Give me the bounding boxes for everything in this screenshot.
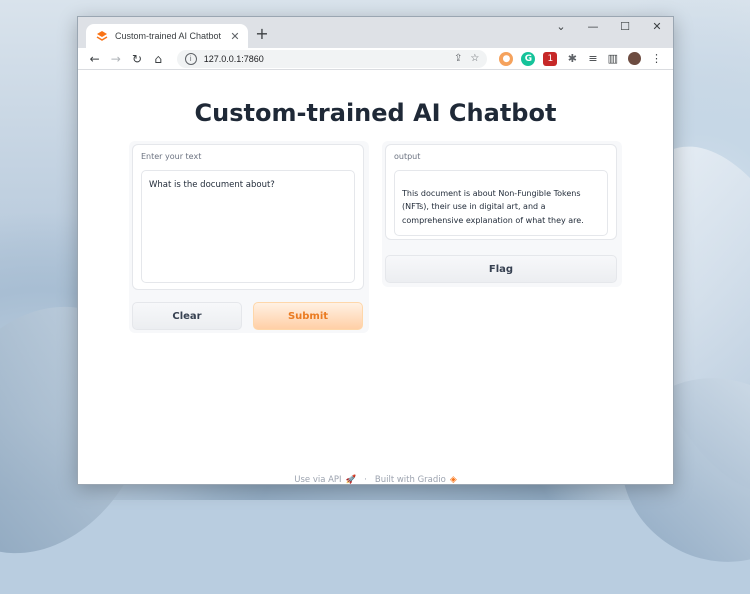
input-block: Enter your text What is the document abo…	[132, 144, 364, 290]
output-label: output	[394, 152, 421, 161]
text-input[interactable]: What is the document about?	[141, 170, 355, 283]
gradio-logo-icon: ◈	[449, 475, 457, 485]
output-text-box: This document is about Non-Fungible Toke…	[394, 170, 608, 236]
rocket-icon: 🚀	[345, 475, 357, 485]
browser-tab[interactable]: Custom-trained AI Chatbot ✕	[86, 24, 248, 48]
reading-list-icon[interactable]: ≡	[588, 52, 597, 65]
flag-button[interactable]: Flag	[385, 255, 617, 283]
maximize-icon[interactable]: ☐	[609, 17, 641, 39]
back-icon[interactable]: ←	[84, 52, 105, 66]
forward-icon[interactable]: →	[105, 52, 126, 66]
close-window-icon[interactable]: ✕	[641, 17, 673, 39]
url-text[interactable]: 127.0.0.1:7860	[204, 54, 446, 64]
reload-icon[interactable]: ↻	[126, 52, 147, 66]
footer: Use via API 🚀 · Built with Gradio ◈	[78, 475, 673, 485]
side-panel-icon[interactable]: ▥	[608, 52, 618, 65]
shield-extension-icon[interactable]: 1	[543, 51, 558, 66]
clear-button[interactable]: Clear	[132, 302, 242, 330]
footer-separator: ·	[364, 475, 367, 485]
extension-icon[interactable]: ●	[499, 51, 514, 66]
extensions-area: ● G 1 ✱ ≡ ▥ ⋮	[495, 51, 667, 66]
puzzle-icon[interactable]: ✱	[565, 52, 579, 66]
gradio-favicon-icon	[96, 31, 108, 41]
site-info-icon[interactable]: i	[184, 52, 197, 65]
output-block: output This document is about Non-Fungib…	[385, 144, 617, 240]
page-content: Custom-trained AI Chatbot Enter your tex…	[78, 71, 673, 484]
tab-close-icon[interactable]: ✕	[228, 30, 242, 43]
grammarly-icon[interactable]: G	[521, 51, 536, 66]
input-panel: Enter your text What is the document abo…	[129, 141, 369, 333]
browser-window: Custom-trained AI Chatbot ✕ + ⌄ — ☐ ✕ ← …	[77, 16, 674, 485]
tab-bar: Custom-trained AI Chatbot ✕ + ⌄ — ☐ ✕	[78, 17, 673, 48]
browser-toolbar: ← → ↻ ⌂ i 127.0.0.1:7860 ⇪ ☆ ● G 1 ✱ ≡ ▥…	[78, 48, 673, 70]
input-label: Enter your text	[141, 152, 202, 161]
output-panel: output This document is about Non-Fungib…	[382, 141, 622, 287]
tab-search-icon[interactable]: ⌄	[545, 17, 577, 39]
new-tab-button[interactable]: +	[253, 25, 271, 43]
profile-avatar[interactable]	[628, 52, 642, 65]
bookmark-star-icon[interactable]: ☆	[470, 53, 479, 64]
minimize-icon[interactable]: —	[577, 17, 609, 39]
output-text: This document is about Non-Fungible Toke…	[402, 188, 584, 225]
window-controls: ⌄ — ☐ ✕	[545, 17, 673, 39]
home-icon[interactable]: ⌂	[148, 52, 169, 66]
page-title: Custom-trained AI Chatbot	[194, 99, 557, 127]
submit-button[interactable]: Submit	[253, 302, 363, 330]
built-with-gradio-link[interactable]: Built with Gradio	[375, 475, 446, 484]
share-icon[interactable]: ⇪	[454, 53, 462, 64]
more-menu-icon[interactable]: ⋮	[651, 52, 662, 65]
tab-title: Custom-trained AI Chatbot	[115, 31, 222, 41]
use-via-api-link[interactable]: Use via API	[294, 475, 341, 484]
address-bar[interactable]: i 127.0.0.1:7860 ⇪ ☆	[176, 49, 488, 68]
